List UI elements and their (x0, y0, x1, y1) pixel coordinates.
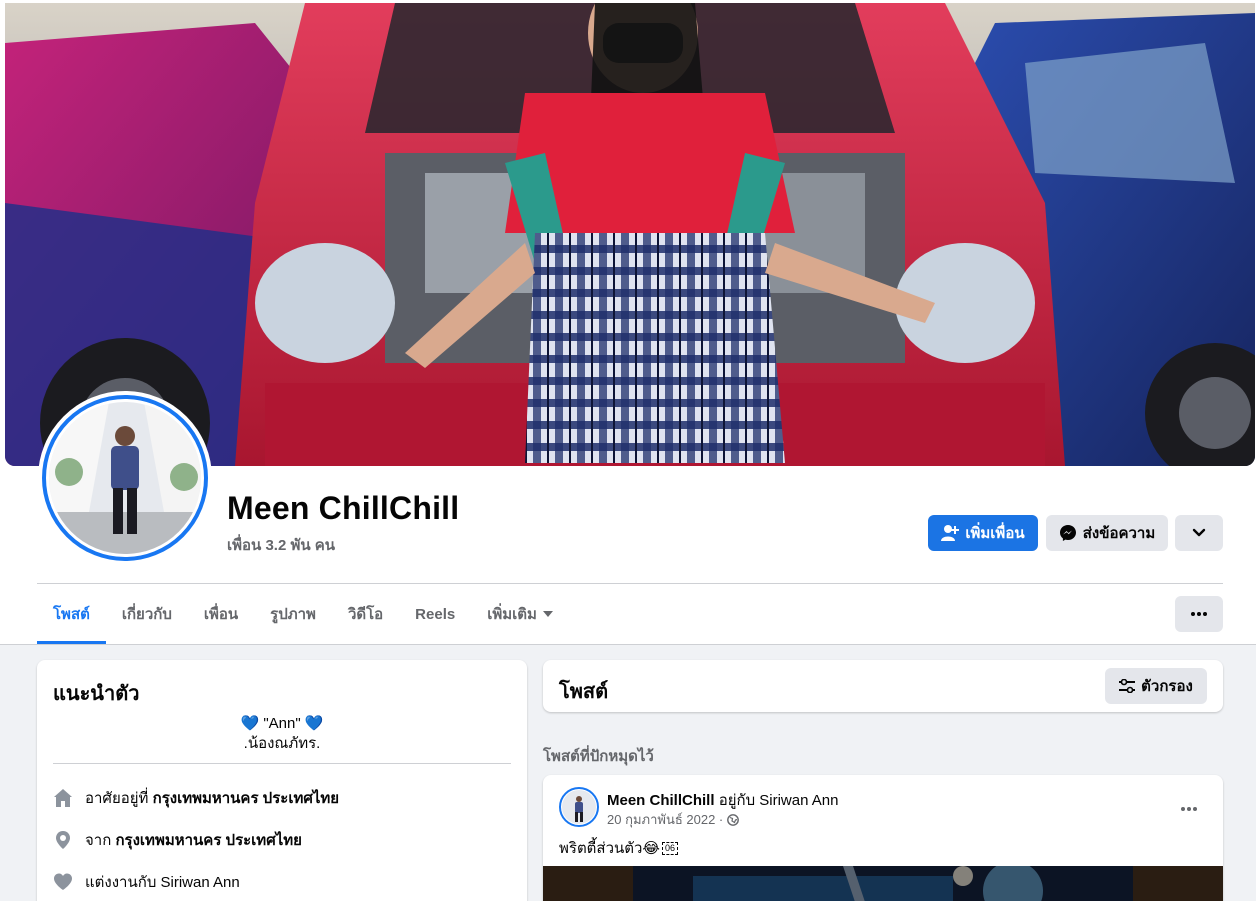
profile-tabs: โพสต์ เกี่ยวกับ เพื่อน รูปภาพ วิดีโอ Ree… (37, 584, 569, 644)
profile-name: Meen ChillChill (227, 490, 460, 526)
messenger-icon (1059, 525, 1076, 541)
post-photo (543, 861, 1223, 901)
tab-options-button[interactable] (1175, 596, 1223, 632)
add-friend-button[interactable]: เพิ่มเพื่อน (928, 515, 1038, 551)
post-author-name[interactable]: Meen ChillChill (607, 792, 715, 809)
tab-about[interactable]: เกี่ยวกับ (106, 584, 188, 644)
intro-title: แนะนำตัว (53, 683, 140, 705)
sliders-icon (1119, 679, 1136, 693)
tab-more[interactable]: เพิ่มเติม (471, 584, 569, 644)
tab-label: เพิ่มเติม (487, 606, 537, 623)
location-pin-icon (56, 831, 70, 849)
tab-videos[interactable]: วิดีโอ (332, 584, 399, 644)
bio-divider (53, 763, 511, 764)
tab-label: เกี่ยวกับ (121, 606, 172, 623)
tab-label: วิดีโอ (347, 606, 384, 623)
tab-friends[interactable]: เพื่อน (188, 584, 254, 644)
heart-icon (54, 873, 72, 890)
tab-photos[interactable]: รูปภาพ (254, 584, 332, 644)
home-icon (54, 789, 72, 807)
profile-avatar[interactable] (38, 391, 212, 565)
relationship-row: แต่งงานกับ Siriwan Ann (53, 870, 240, 894)
person-plus-icon (941, 525, 960, 541)
tab-reels[interactable]: Reels (399, 584, 471, 644)
posts-title: โพสต์ (559, 681, 609, 703)
post-image[interactable] (543, 861, 1223, 901)
posts-header-card: โพสต์ ตัวกรอง (543, 660, 1223, 712)
tab-label: เพื่อน (203, 606, 239, 623)
post-author-avatar[interactable] (559, 787, 599, 827)
avatar-photo (49, 402, 201, 554)
pinned-posts-label: โพสต์ที่ปักหมุดไว้ (543, 748, 654, 765)
tab-label: Reels (415, 605, 456, 623)
author-avatar-photo (562, 790, 596, 824)
bio-line: .น้องณภัทร. (243, 735, 321, 752)
more-horizontal-icon (1191, 612, 1207, 616)
friend-count[interactable]: เพื่อน 3.2 พัน คน (227, 533, 335, 557)
message-button[interactable]: ส่งข้อความ (1046, 515, 1168, 551)
chevron-down-icon (1192, 528, 1206, 537)
post-text: พริตตี้ส่วนตัว😂 06 (559, 836, 678, 860)
post-date[interactable]: 20 กุมภาพันธ์ 2022 · (607, 809, 723, 830)
lives-in-row: อาศัยอยู่ที่ กรุงเทพมหานคร ประเทศไทย (53, 786, 339, 810)
profile-header: Meen ChillChill เพื่อน 3.2 พัน คน เพิ่มเ… (0, 0, 1256, 645)
globe-icon (727, 813, 740, 826)
more-horizontal-icon (1181, 807, 1197, 811)
post-text-content: พริตตี้ส่วนตัว😂 (559, 840, 660, 857)
post-options-button[interactable] (1171, 791, 1207, 827)
cover-photo[interactable] (5, 3, 1255, 466)
post-with-text[interactable]: อยู่กับ Siriwan Ann (719, 792, 839, 809)
from-value[interactable]: กรุงเทพมหานคร ประเทศไทย (115, 832, 301, 849)
post-text-badge: 06 (661, 841, 678, 855)
cover-photo-image (5, 3, 1255, 466)
intro-card: แนะนำตัว 💙 "Ann" 💙 .น้องณภัทร. อาศัยอยู่… (37, 660, 527, 901)
profile-more-button[interactable] (1175, 515, 1223, 551)
post-meta: 20 กุมภาพันธ์ 2022 · (607, 809, 740, 830)
bio: 💙 "Ann" 💙 .น้องณภัทร. (53, 714, 511, 754)
tab-label: โพสต์ (53, 606, 90, 623)
message-label: ส่งข้อความ (1082, 525, 1156, 542)
lives-prefix: อาศัยอยู่ที่ (85, 790, 149, 807)
filter-label: ตัวกรอง (1141, 678, 1193, 695)
from-prefix: จาก (85, 832, 112, 849)
tab-posts[interactable]: โพสต์ (37, 584, 106, 644)
filter-button[interactable]: ตัวกรอง (1105, 668, 1207, 704)
caret-down-icon (542, 611, 553, 617)
pinned-post: Meen ChillChill อยู่กับ Siriwan Ann 20 ก… (543, 775, 1223, 901)
tab-label: รูปภาพ (270, 606, 316, 623)
lives-value[interactable]: กรุงเทพมหานคร ประเทศไทย (153, 790, 339, 807)
bio-line: 💙 "Ann" 💙 (240, 715, 324, 732)
relationship-text[interactable]: แต่งงานกับ Siriwan Ann (85, 870, 240, 894)
from-row: จาก กรุงเทพมหานคร ประเทศไทย (53, 828, 302, 852)
add-friend-label: เพิ่มเพื่อน (965, 525, 1025, 542)
